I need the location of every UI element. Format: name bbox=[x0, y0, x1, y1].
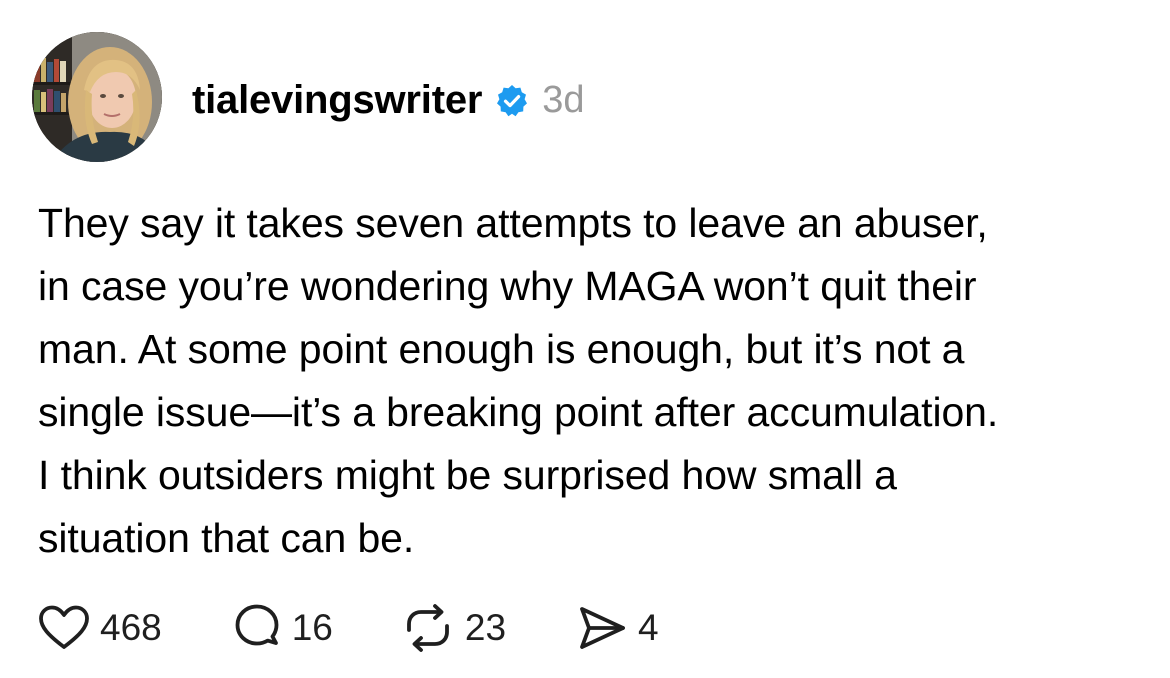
post-header: tialevingswriter 3d bbox=[192, 70, 585, 130]
like-button[interactable]: 468 bbox=[38, 604, 162, 652]
repost-button[interactable]: 23 bbox=[401, 604, 506, 652]
post-body-line: man. At some point enough is enough, but… bbox=[38, 326, 965, 372]
verified-badge-icon bbox=[494, 83, 530, 119]
post-body-line: in case you’re wondering why MAGA won’t … bbox=[38, 263, 977, 309]
avatar-photo bbox=[32, 32, 162, 162]
repost-icon bbox=[401, 604, 455, 652]
post-body-line: They say it takes seven attempts to leav… bbox=[38, 200, 988, 246]
post-timestamp: 3d bbox=[542, 78, 585, 121]
reply-count: 16 bbox=[291, 607, 333, 648]
username[interactable]: tialevingswriter bbox=[192, 78, 482, 123]
repost-count: 23 bbox=[464, 607, 507, 648]
like-count: 468 bbox=[100, 607, 162, 648]
post-body-line: single issue—it’s a breaking point after… bbox=[38, 389, 999, 435]
thread-post: tialevingswriter 3d They say it takes se… bbox=[0, 0, 1170, 678]
avatar[interactable] bbox=[32, 32, 162, 162]
post-body-line: situation that can be. bbox=[38, 515, 415, 561]
post-body: They say it takes seven attempts to leav… bbox=[38, 192, 1148, 570]
send-icon bbox=[576, 604, 628, 652]
post-body-line: I think outsiders might be surprised how… bbox=[38, 452, 897, 498]
share-button[interactable]: 4 bbox=[576, 604, 659, 652]
reply-button[interactable]: 16 bbox=[232, 603, 333, 653]
comment-icon bbox=[232, 603, 282, 653]
share-count: 4 bbox=[638, 607, 659, 648]
heart-icon bbox=[38, 604, 90, 652]
post-actions: 468 16 23 4 bbox=[38, 598, 659, 658]
